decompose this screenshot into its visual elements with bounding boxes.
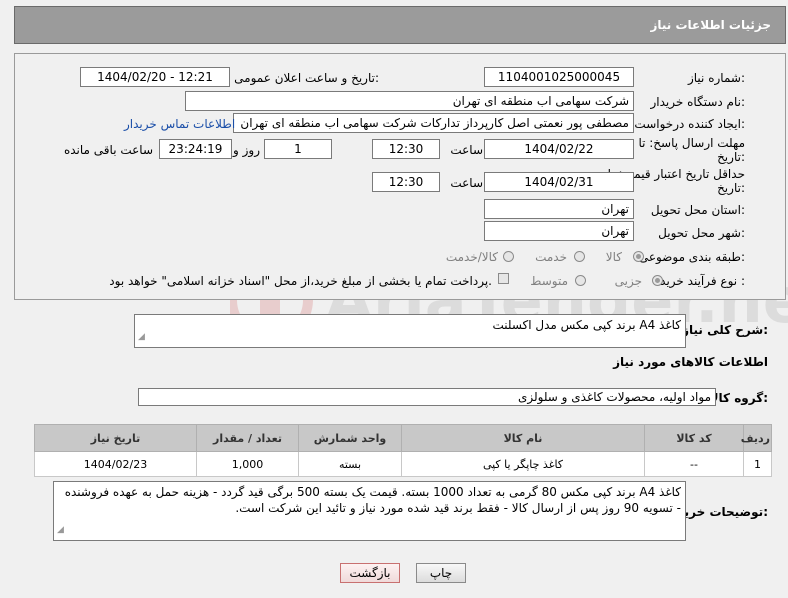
buyer-notes-textarea[interactable]: کاغذ A4 برند کپی مکس 80 گرمی به تعداد 10… — [53, 481, 686, 541]
category-radio-service[interactable] — [574, 251, 585, 262]
goods-table: ردیف کد کالا نام کالا واحد شمارش تعداد /… — [34, 424, 772, 477]
table-row: 1 -- کاغذ چاپگر یا کپی بسته 1,000 1404/0… — [34, 451, 772, 477]
category-option-service: خدمت — [535, 250, 567, 264]
process-radio-medium[interactable] — [575, 275, 586, 286]
print-button[interactable]: چاپ — [416, 563, 466, 583]
validity-time-label: ساعت — [450, 176, 483, 190]
category-label: طبقه بندی موضوعی: — [638, 250, 745, 264]
validity-date-field: 1404/02/31 — [484, 172, 634, 192]
process-radio-minor[interactable] — [652, 275, 663, 286]
province-label: استان محل تحویل: — [650, 203, 745, 217]
description-label: شرح کلی نیاز: — [682, 323, 768, 337]
city-field: تهران — [484, 221, 634, 241]
remaining-time-field: 23:24:19 — [159, 139, 232, 159]
validity-time-field: 12:30 — [372, 172, 440, 192]
category-radio-goods-service[interactable] — [503, 251, 514, 262]
buyer-notes-text: کاغذ A4 برند کپی مکس 80 گرمی به تعداد 10… — [64, 485, 681, 515]
description-text: کاغذ A4 برند کپی مکس مدل اکسلنت — [492, 318, 681, 332]
city-label: شهر محل تحویل: — [658, 226, 745, 240]
process-type-label: نوع فرآیند خرید : — [660, 274, 745, 288]
col-header-item-code: کد کالا — [644, 424, 744, 452]
cell-need-date: 1404/02/23 — [34, 451, 197, 477]
need-number-field: 1104001025000045 — [484, 67, 634, 87]
cell-quantity: 1,000 — [196, 451, 299, 477]
reply-date-field: 1404/02/22 — [484, 139, 634, 159]
category-option-goods: کالا — [605, 250, 622, 264]
announce-datetime-field: 1404/02/20 - 12:21 — [80, 67, 230, 87]
table-header-row: ردیف کد کالا نام کالا واحد شمارش تعداد /… — [34, 424, 772, 452]
goods-group-label: گروه کالا: — [709, 391, 768, 405]
reply-time-label: ساعت — [450, 143, 483, 157]
creator-field: مصطفی پور نعمتی اصل کارپرداز تدارکات شرک… — [233, 113, 634, 133]
cell-unit: بسته — [298, 451, 402, 477]
need-number-label: شماره نیاز: — [687, 71, 745, 85]
col-header-quantity: تعداد / مقدار — [196, 424, 299, 452]
goods-info-title: اطلاعات کالاهای مورد نیاز — [613, 355, 768, 369]
description-textarea[interactable]: کاغذ A4 برند کپی مکس مدل اکسلنت ◢ — [134, 314, 686, 348]
goods-group-field: مواد اولیه، محصولات کاغذی و سلولزی — [138, 388, 716, 406]
buyer-org-field: شرکت سهامی اب منطقه ای تهران — [185, 91, 634, 111]
days-field: 1 — [264, 139, 332, 159]
treasury-payment-note: پرداخت تمام یا بخشی از مبلغ خرید،از محل … — [109, 274, 492, 288]
process-option-medium: متوسط — [530, 274, 568, 288]
remaining-time-label: ساعت باقی مانده — [63, 143, 153, 157]
category-radio-goods[interactable] — [633, 251, 644, 262]
page-title-bar: جزئیات اطلاعات نیاز — [14, 6, 786, 44]
days-label: روز و — [233, 143, 260, 157]
back-button[interactable]: بازگشت — [340, 563, 400, 583]
page-title: جزئیات اطلاعات نیاز — [650, 18, 771, 32]
col-header-unit: واحد شمارش — [298, 424, 402, 452]
cell-item-code: -- — [644, 451, 744, 477]
cell-item-name: کاغذ چاپگر یا کپی — [401, 451, 645, 477]
resize-grip-icon[interactable]: ◢ — [138, 329, 145, 345]
announce-datetime-label: تاریخ و ساعت اعلان عمومی: — [234, 71, 379, 85]
col-header-need-date: تاریخ نیاز — [34, 424, 197, 452]
category-option-goods-service: کالا/خدمت — [445, 250, 498, 264]
process-option-minor: جزیی — [614, 274, 642, 288]
col-header-row-number: ردیف — [741, 424, 772, 452]
treasury-payment-checkbox[interactable] — [498, 273, 509, 284]
province-field: تهران — [484, 199, 634, 219]
cell-row-number: 1 — [743, 451, 772, 477]
reply-time-field: 12:30 — [372, 139, 440, 159]
contact-info-link[interactable]: اطلاعات تماس خریدار — [124, 117, 235, 131]
reply-deadline-label: مهلت ارسال پاسخ: تا تاریخ: — [638, 136, 745, 164]
buyer-org-label: نام دستگاه خریدار: — [650, 95, 746, 109]
resize-grip-icon[interactable]: ◢ — [57, 522, 64, 538]
creator-label: ایجاد کننده درخواست: — [634, 117, 745, 131]
col-header-item-name: نام کالا — [401, 424, 645, 452]
